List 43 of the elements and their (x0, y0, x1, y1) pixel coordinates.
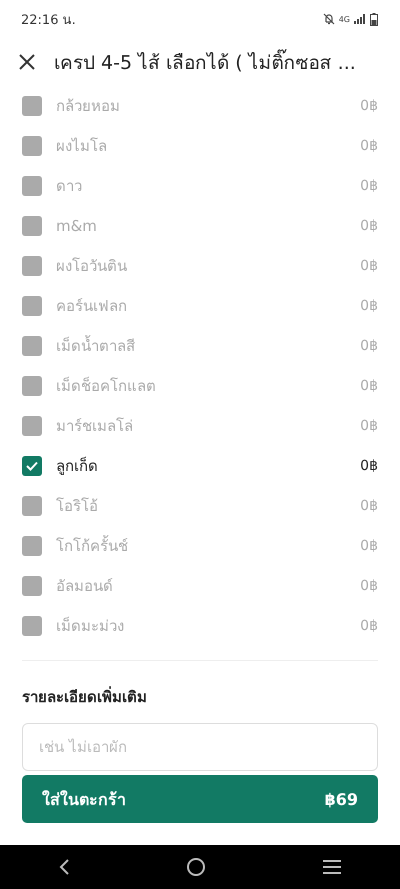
option-label: ดาว (56, 176, 83, 197)
option-label: ลูกเก็ด (56, 456, 99, 477)
option-price: 0฿ (360, 618, 378, 634)
option-price: 0฿ (360, 538, 378, 554)
option-price: 0฿ (360, 458, 378, 474)
battery-icon (370, 12, 378, 26)
network-label: 4G (338, 14, 350, 24)
note-input-field[interactable]: เช่น ไม่เอาผัก (22, 723, 378, 771)
option-price: 0฿ (360, 258, 378, 274)
option-price: 0฿ (360, 578, 378, 594)
close-icon[interactable] (18, 53, 36, 71)
option-label: ผงไมโล (56, 136, 108, 157)
option-price: 0฿ (360, 338, 378, 354)
option-label: เม็ดมะม่วง (56, 616, 125, 637)
option-label: คอร์นเฟลก (56, 296, 128, 317)
home-icon[interactable] (186, 857, 206, 877)
check-icon (25, 459, 39, 473)
mute-icon (322, 13, 335, 25)
back-icon[interactable] (58, 858, 70, 876)
option-price: 0฿ (360, 498, 378, 514)
status-time: 22:16 น. (21, 12, 76, 30)
dialog-title: เครป 4-5 ไส้ เลือกได้ ( ไม่ติ๊กซอส ... (54, 47, 356, 77)
checkbox[interactable] (22, 456, 42, 476)
option-price: 0฿ (360, 418, 378, 434)
option-label: โกโก้ครั้นช์ (56, 534, 129, 557)
option-price: 0฿ (360, 298, 378, 314)
menu-icon[interactable] (322, 859, 342, 875)
option-label: เม็ดช็อคโกแลต (56, 376, 157, 397)
add-to-cart-button[interactable]: ใส่ในตะกร้า ฿69 (22, 775, 378, 823)
option-label: กล้วยหอม (56, 96, 121, 117)
signal-icon (354, 14, 366, 24)
option-label: ผงโอวันติน (56, 256, 128, 277)
option-price: 0฿ (360, 378, 378, 394)
section-title: รายละเอียดเพิ่มเติม (22, 685, 148, 708)
option-price: 0฿ (360, 218, 378, 234)
option-label: มาร์ชเมลโล่ (56, 416, 134, 437)
option-label: m&m (56, 217, 98, 235)
option-price: 0฿ (360, 98, 378, 114)
option-price: 0฿ (360, 138, 378, 154)
option-label: อัลมอนด์ (56, 576, 114, 597)
option-label: เม็ดน้ำตาลสี (56, 334, 136, 357)
option-label: โอริโอ้ (56, 496, 99, 517)
option-price: 0฿ (360, 178, 378, 194)
